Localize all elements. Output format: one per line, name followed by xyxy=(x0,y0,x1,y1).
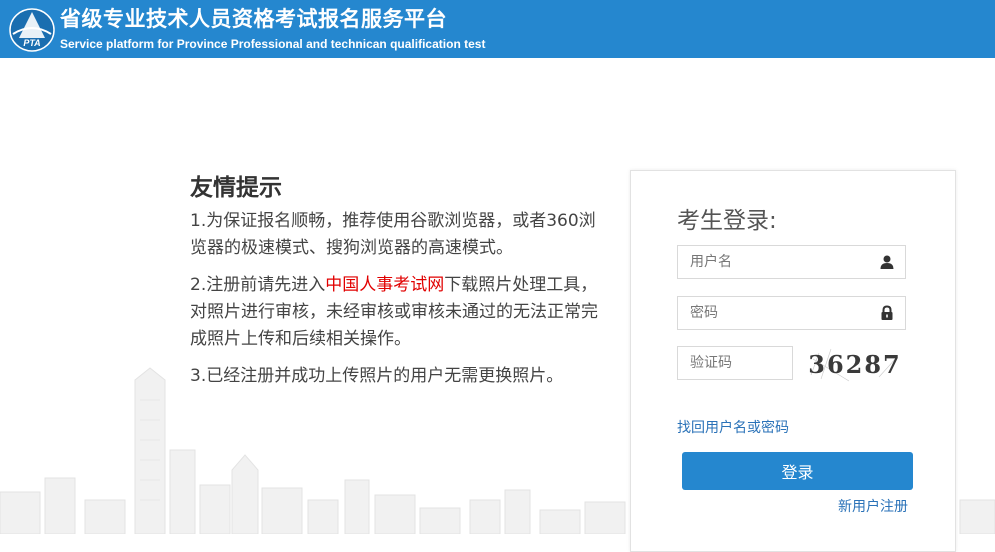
site-subtitle: Service platform for Province Profession… xyxy=(60,37,486,51)
password-input[interactable] xyxy=(690,297,870,329)
notice-item-3: 3.已经注册并成功上传照片的用户无需更换照片。 xyxy=(190,366,564,386)
captcha-field[interactable] xyxy=(677,346,793,380)
notice-item-2-before: 2.注册前请先进入 xyxy=(190,275,326,295)
notice-item-2: 2.注册前请先进入中国人事考试网下载照片处理工具，对照片进行审核，未经审核或审核… xyxy=(190,272,610,353)
login-title: 考生登录: xyxy=(677,208,777,234)
captcha-text: 36287 xyxy=(809,350,901,379)
captcha-image[interactable]: 36287 xyxy=(809,345,901,383)
lock-icon xyxy=(881,305,893,320)
register-link[interactable]: 新用户注册 xyxy=(838,496,908,516)
notice-title: 友情提示 xyxy=(190,175,282,201)
pta-logo-icon: PTA xyxy=(9,8,55,52)
username-field[interactable] xyxy=(677,245,906,279)
notice-item-1: 1.为保证报名顺畅，推荐使用谷歌浏览器，或者360浏览器的极速模式、搜狗浏览器的… xyxy=(190,211,596,258)
captcha-input[interactable] xyxy=(690,347,785,379)
cpta-link[interactable]: 中国人事考试网 xyxy=(325,275,444,295)
forgot-credentials-link[interactable]: 找回用户名或密码 xyxy=(677,417,789,437)
password-field[interactable] xyxy=(677,296,906,330)
logo-text: PTA xyxy=(23,38,40,48)
login-button[interactable]: 登录 xyxy=(682,452,913,490)
username-input[interactable] xyxy=(690,246,870,278)
user-icon xyxy=(880,255,894,269)
site-header: PTA 省级专业技术人员资格考试报名服务平台 Service platform … xyxy=(0,0,995,58)
site-title: 省级专业技术人员资格考试报名服务平台 xyxy=(60,7,447,31)
friendly-notice: 友情提示 1.为保证报名顺畅，推荐使用谷歌浏览器，或者360浏览器的极速模式、搜… xyxy=(190,168,610,400)
login-panel: 考生登录: 36287 找回用户名或密码 登录 新用户注册 xyxy=(630,170,956,552)
